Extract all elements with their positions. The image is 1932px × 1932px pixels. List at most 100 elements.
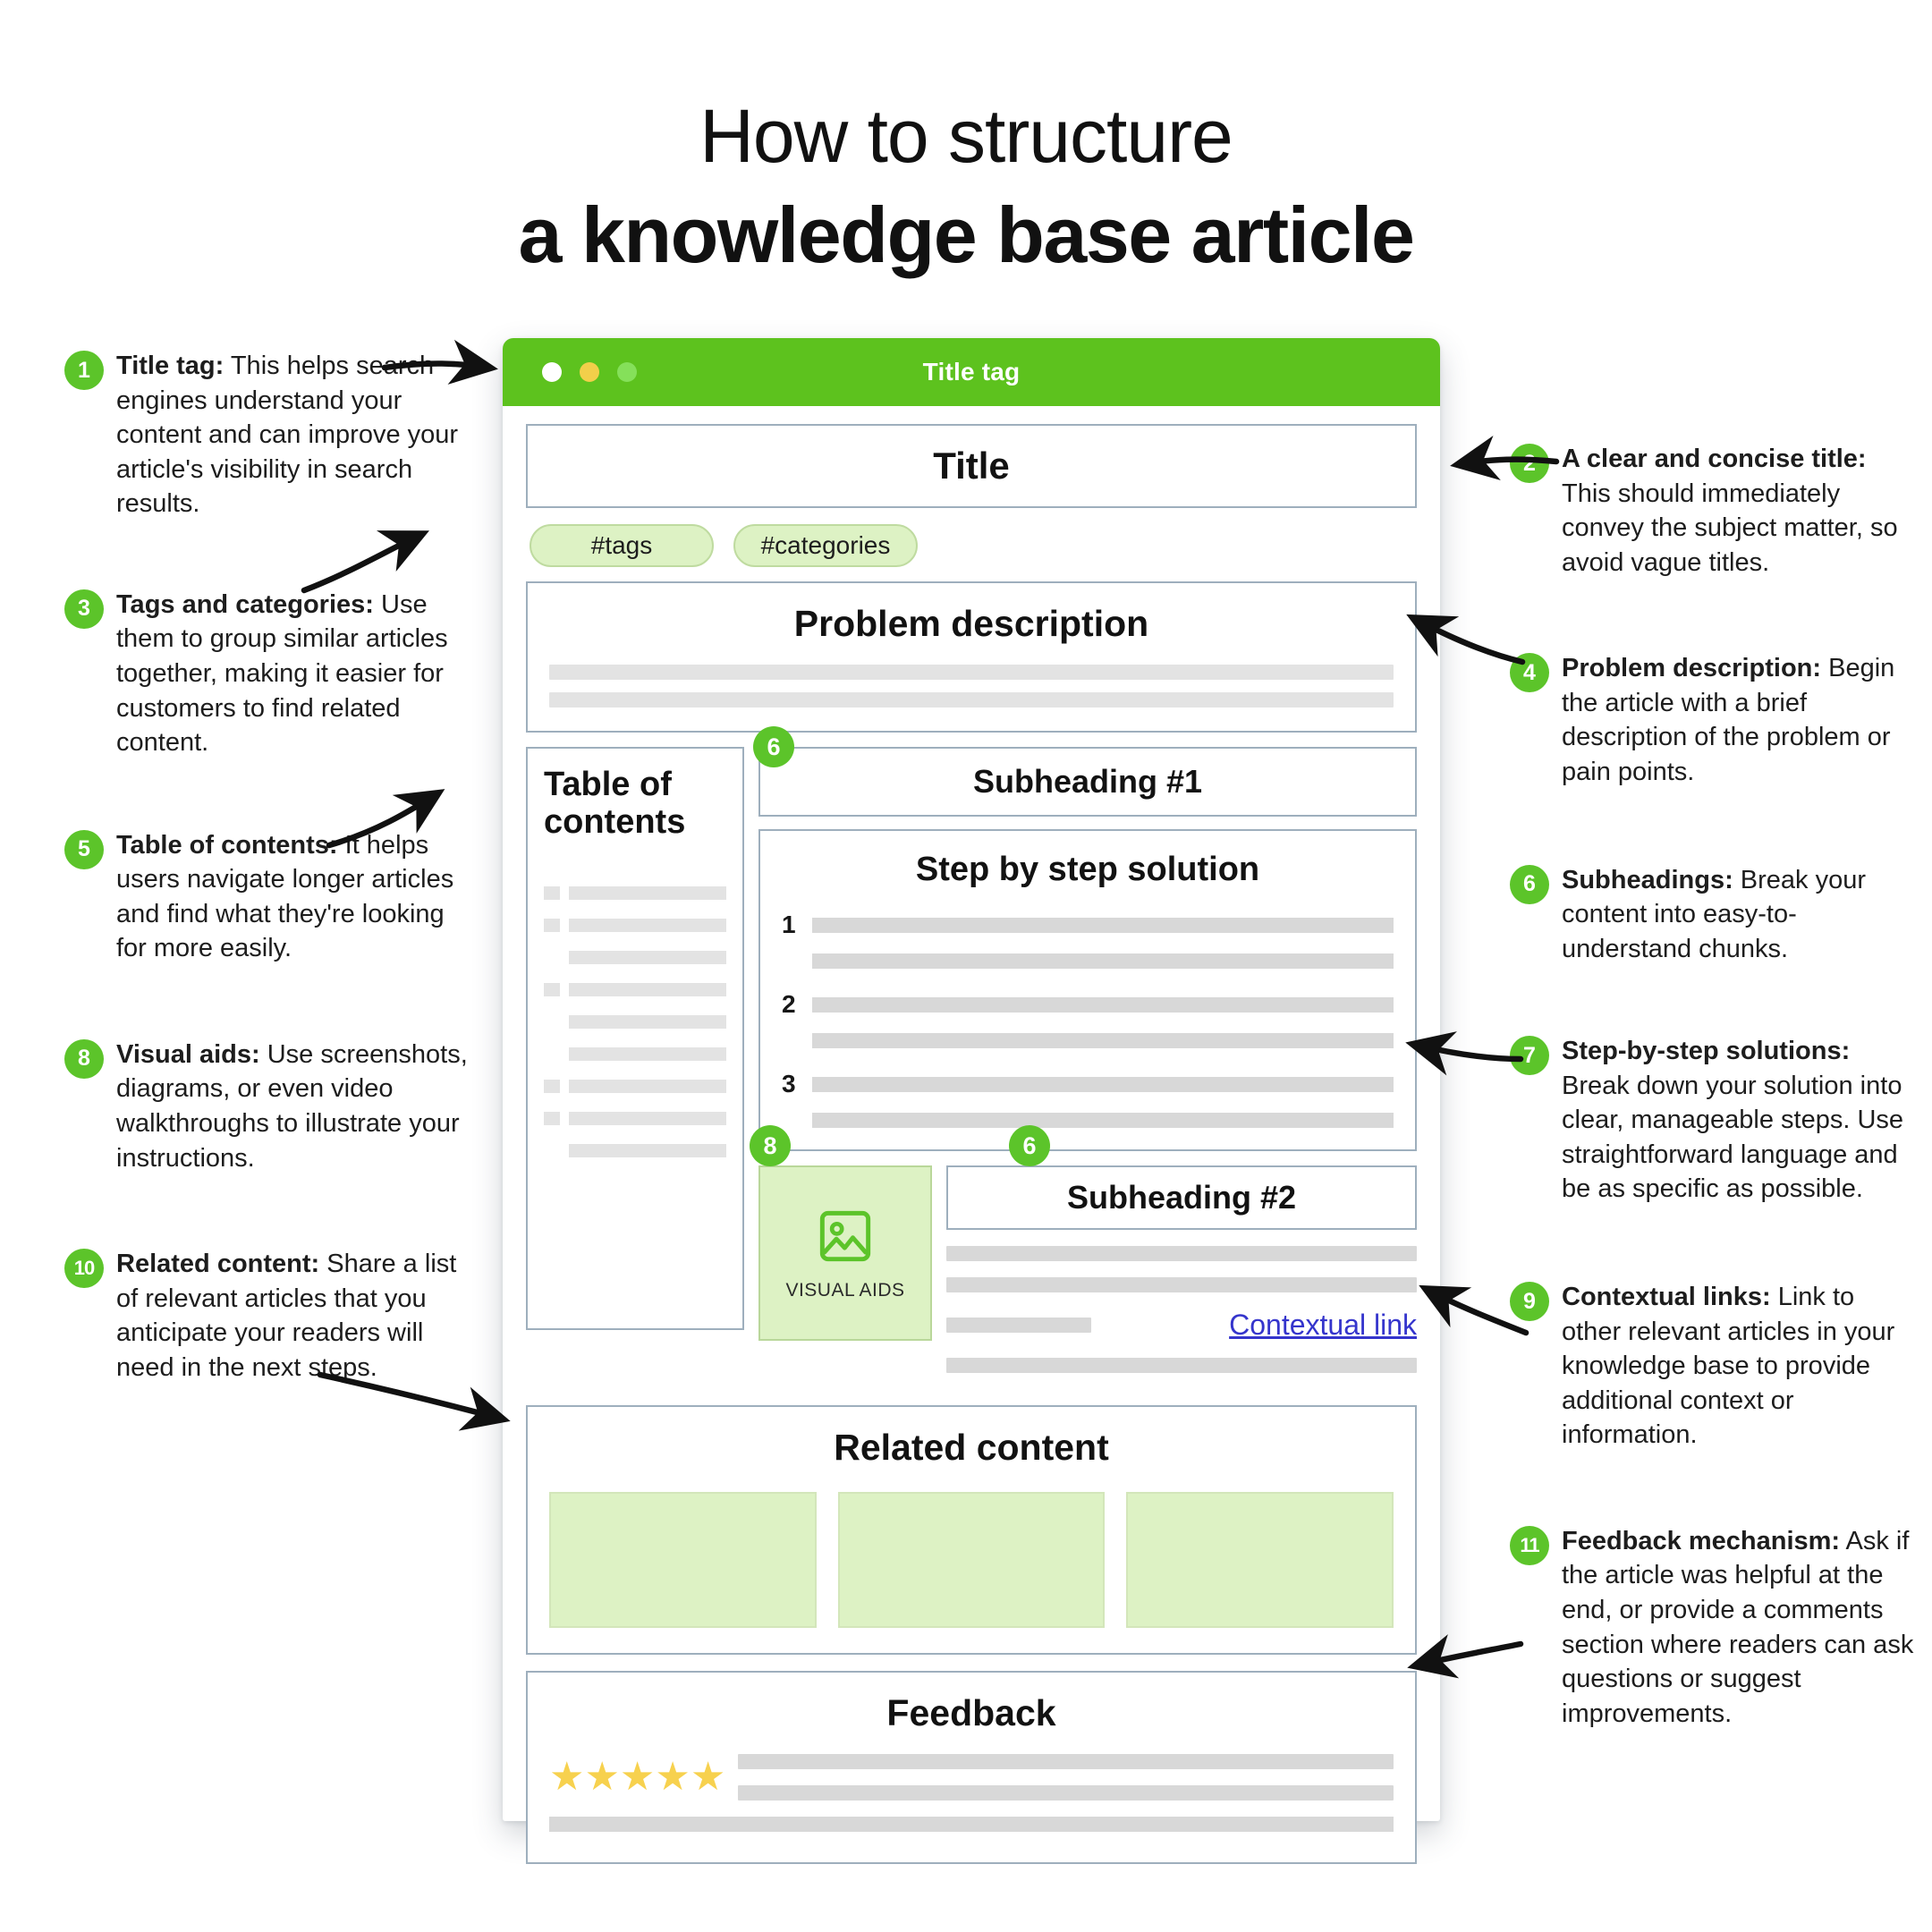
- placeholder-line: [569, 1046, 726, 1061]
- related-content-card[interactable]: [1126, 1492, 1394, 1628]
- placeholder-line: [549, 692, 1394, 708]
- page-title-line2: a knowledge base article: [518, 191, 1415, 280]
- toc-row[interactable]: [544, 982, 726, 996]
- annotation-badge-7: 7: [1510, 1036, 1549, 1076]
- visual-aids-label: VISUAL AIDS: [785, 1280, 905, 1301]
- annotation-badge-2: 2: [1510, 444, 1549, 483]
- feedback-block: Feedback ★ ★ ★ ★ ★: [526, 1671, 1417, 1864]
- table-of-contents-block: Table of contents: [526, 747, 744, 1330]
- toc-row[interactable]: [544, 918, 726, 932]
- annotation-lead: Related content:: [116, 1250, 320, 1279]
- toc-row[interactable]: [544, 950, 726, 964]
- step-number: 1: [782, 911, 796, 938]
- star-icon[interactable]: ★: [584, 1758, 619, 1797]
- subheading-2-body: Contextual link: [946, 1246, 1417, 1373]
- annotation-item-6: 6 Subheadings: Break your content into ea…: [1510, 861, 1914, 967]
- annotation-body: This should immediately convey the subje…: [1562, 479, 1898, 577]
- placeholder-line: [738, 1754, 1394, 1769]
- contextual-link[interactable]: Contextual link: [1229, 1309, 1417, 1342]
- visual-aids-block: VISUAL AIDS: [758, 1165, 932, 1341]
- annotation-item-1: 1 Title tag: This helps search engines un…: [64, 347, 469, 521]
- article-main-column: Subheading #1 Step by step solution 1 2 …: [758, 747, 1417, 1389]
- table-of-contents-list: [544, 886, 726, 1157]
- star-icon[interactable]: ★: [655, 1758, 690, 1797]
- toc-row[interactable]: [544, 886, 726, 900]
- toc-row[interactable]: [544, 1143, 726, 1157]
- toc-bullet-icon: [544, 1079, 560, 1093]
- annotation-badge-1: 1: [64, 351, 104, 390]
- step-header: 3: [782, 1070, 1394, 1098]
- related-content-grid: [549, 1492, 1394, 1628]
- annotation-lead: Contextual links:: [1562, 1283, 1771, 1311]
- browser-window-mockup: Title tag Title #tags #categories Proble…: [503, 338, 1440, 1864]
- placeholder-line: [812, 1113, 1394, 1128]
- toc-row[interactable]: [544, 1014, 726, 1029]
- placeholder-line: [812, 996, 1394, 1013]
- annotation-item-2: 2 A clear and concise title: This should …: [1510, 440, 1914, 580]
- annotation-text-4: Problem description: Begin the article w…: [1562, 649, 1914, 789]
- window-title-label: Title tag: [922, 358, 1021, 386]
- related-content-title: Related content: [834, 1427, 1109, 1468]
- toc-row[interactable]: [544, 1079, 726, 1093]
- feedback-comment-lines: [738, 1754, 1394, 1801]
- annotation-lead: Table of contents:: [116, 830, 338, 860]
- toc-bullet-icon: [544, 886, 560, 900]
- placeholder-line: [569, 1111, 726, 1125]
- step-header: 2: [782, 990, 1394, 1019]
- toc-row[interactable]: [544, 1111, 726, 1125]
- contextual-link-row: Contextual link: [946, 1309, 1417, 1342]
- annotation-lead: Feedback mechanism:: [1562, 1526, 1841, 1555]
- article-middle-region: Table of contents Subheading #1 Step by …: [526, 747, 1417, 1389]
- annotation-text-7: Step-by-step solutions: Break down your …: [1562, 1032, 1914, 1207]
- annotation-lead: Tags and categories:: [116, 589, 374, 619]
- toc-bullet-spacer: [544, 1015, 560, 1029]
- table-of-contents-title: Table of contents: [544, 766, 686, 841]
- image-icon: [819, 1210, 871, 1262]
- toc-bullet-icon: [544, 982, 560, 996]
- annotation-badge-3: 3: [64, 589, 104, 629]
- annotation-text-5: Table of contents: It helps users naviga…: [116, 826, 469, 966]
- star-icon[interactable]: ★: [691, 1758, 725, 1797]
- annotation-text-8: Visual aids: Use screenshots, diagrams, …: [116, 1036, 469, 1175]
- annotation-badge-4: 4: [1510, 653, 1549, 693]
- placeholder-line: [569, 982, 726, 996]
- annotation-badge-11: 11: [1510, 1525, 1549, 1565]
- annotation-lead: Title tag:: [116, 352, 225, 380]
- annotation-column-right: 2 A clear and concise title: This should …: [1510, 440, 1914, 1731]
- page-title: How to structure a knowledge base articl…: [0, 97, 1932, 280]
- subheading-2-box: Subheading #2: [946, 1165, 1417, 1230]
- toc-bullet-spacer: [544, 951, 560, 964]
- star-icon[interactable]: ★: [620, 1758, 655, 1797]
- annotation-column-left: 1 Title tag: This helps search engines un…: [64, 347, 469, 1385]
- toc-row[interactable]: [544, 1046, 726, 1061]
- placeholder-line: [812, 1033, 1394, 1048]
- annotation-item-5: 5 Table of contents: It helps users navig…: [64, 826, 469, 966]
- annotation-text-1: Title tag: This helps search engines und…: [116, 347, 469, 521]
- tag-chip-categories[interactable]: #categories: [733, 524, 918, 567]
- tag-chip-tags[interactable]: #tags: [530, 524, 714, 567]
- annotation-body: Ask if the article was helpful at the en…: [1562, 1526, 1914, 1728]
- annotation-text-10: Related content: Share a list of relevan…: [116, 1245, 469, 1385]
- related-content-card[interactable]: [549, 1492, 817, 1628]
- star-rating[interactable]: ★ ★ ★ ★ ★: [549, 1758, 725, 1797]
- toc-bullet-icon: [544, 1111, 560, 1125]
- related-content-block: Related content: [526, 1405, 1417, 1655]
- annotation-item-7: 7 Step-by-step solutions: Break down your…: [1510, 1032, 1914, 1207]
- annotation-badge-6: 6: [1510, 864, 1549, 904]
- placeholder-line: [569, 950, 726, 964]
- annotation-badge-5: 5: [64, 829, 104, 869]
- problem-description-lines: [549, 665, 1394, 708]
- placeholder-line: [946, 1318, 1091, 1333]
- toc-bullet-spacer: [544, 1144, 560, 1157]
- problem-description-title: Problem description: [793, 603, 1149, 644]
- annotation-item-3: 3 Tags and categories: Use them to group …: [64, 586, 469, 760]
- step-item: 3: [782, 1070, 1394, 1128]
- annotation-text-6: Subheadings: Break your content into eas…: [1562, 861, 1914, 967]
- subheading-2-column: Subheading #2 Contextual link: [946, 1165, 1417, 1389]
- related-content-card[interactable]: [837, 1492, 1106, 1628]
- annotation-item-11: 11 Feedback mechanism: Ask if the article…: [1510, 1522, 1914, 1731]
- problem-description-block: Problem description: [526, 581, 1417, 733]
- placeholder-line: [569, 1143, 726, 1157]
- star-icon[interactable]: ★: [549, 1758, 584, 1797]
- annotation-item-10: 10 Related content: Share a list of relev…: [64, 1245, 469, 1385]
